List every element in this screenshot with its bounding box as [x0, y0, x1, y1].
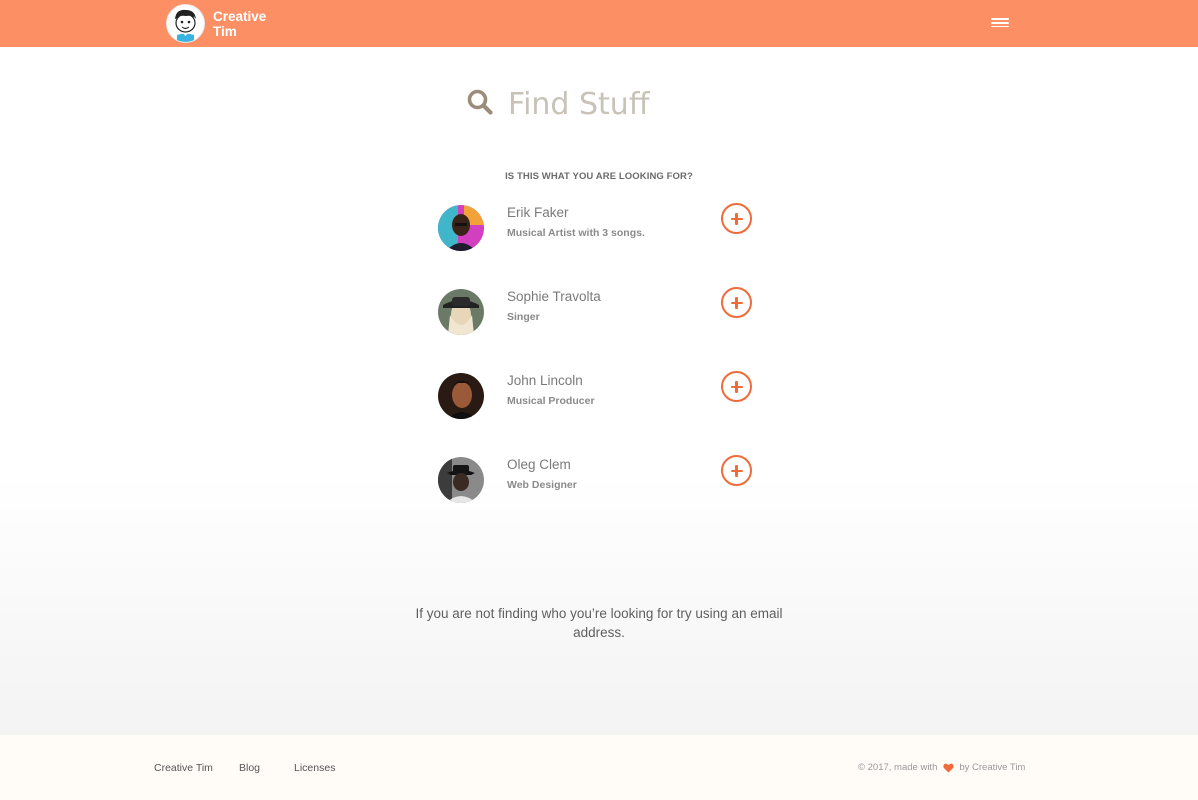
person-role: Web Designer [507, 479, 577, 491]
avatar [438, 289, 484, 335]
person-name: John Lincoln [507, 373, 583, 388]
copyright-prefix: © 2017, made with [858, 762, 938, 773]
results-heading: IS THIS WHAT YOU ARE LOOKING FOR? [505, 171, 693, 182]
navbar: Creative Tim [0, 0, 1198, 47]
plus-circle-icon[interactable] [721, 287, 752, 318]
copyright-suffix: by Creative Tim [959, 762, 1026, 773]
footer-link-blog[interactable]: Blog [239, 762, 260, 774]
avatar [438, 205, 484, 251]
search-icon [466, 88, 494, 121]
plus-circle-icon[interactable] [721, 455, 752, 486]
person-role: Singer [507, 311, 540, 323]
brand-name: Creative Tim [213, 9, 266, 39]
list-item: Erik Faker Musical Artist with 3 songs. [438, 203, 758, 253]
person-role: Musical Artist with 3 songs. [507, 227, 645, 239]
person-role: Musical Producer [507, 395, 595, 407]
list-item: John Lincoln Musical Producer [438, 371, 758, 421]
list-item: Sophie Travolta Singer [438, 287, 758, 337]
avatar [438, 373, 484, 419]
search-bar [466, 84, 768, 124]
brand-line-2: Tim [213, 23, 237, 39]
plus-circle-icon[interactable] [721, 203, 752, 234]
heart-icon [943, 763, 955, 773]
brand-line-1: Creative [213, 8, 267, 24]
search-input[interactable] [508, 84, 768, 124]
footer: Creative Tim Blog Licenses © 2017, made … [0, 735, 1198, 800]
footer-link-licenses[interactable]: Licenses [294, 762, 335, 774]
brand-link[interactable]: Creative Tim [166, 4, 266, 43]
person-name: Oleg Clem [507, 457, 571, 472]
plus-circle-icon[interactable] [721, 371, 752, 402]
list-item: Oleg Clem Web Designer [438, 455, 758, 505]
person-name: Erik Faker [507, 205, 569, 220]
main-content: IS THIS WHAT YOU ARE LOOKING FOR? Erik F… [0, 47, 1198, 735]
avatar [438, 457, 484, 503]
hint-text: If you are not finding who you’re lookin… [415, 606, 783, 640]
copyright: © 2017, made with by Creative Tim [858, 762, 1025, 773]
creative-tim-logo [166, 4, 205, 43]
footer-link-creative-tim[interactable]: Creative Tim [154, 762, 213, 774]
hamburger-menu-icon[interactable] [988, 16, 1012, 32]
person-name: Sophie Travolta [507, 289, 601, 304]
